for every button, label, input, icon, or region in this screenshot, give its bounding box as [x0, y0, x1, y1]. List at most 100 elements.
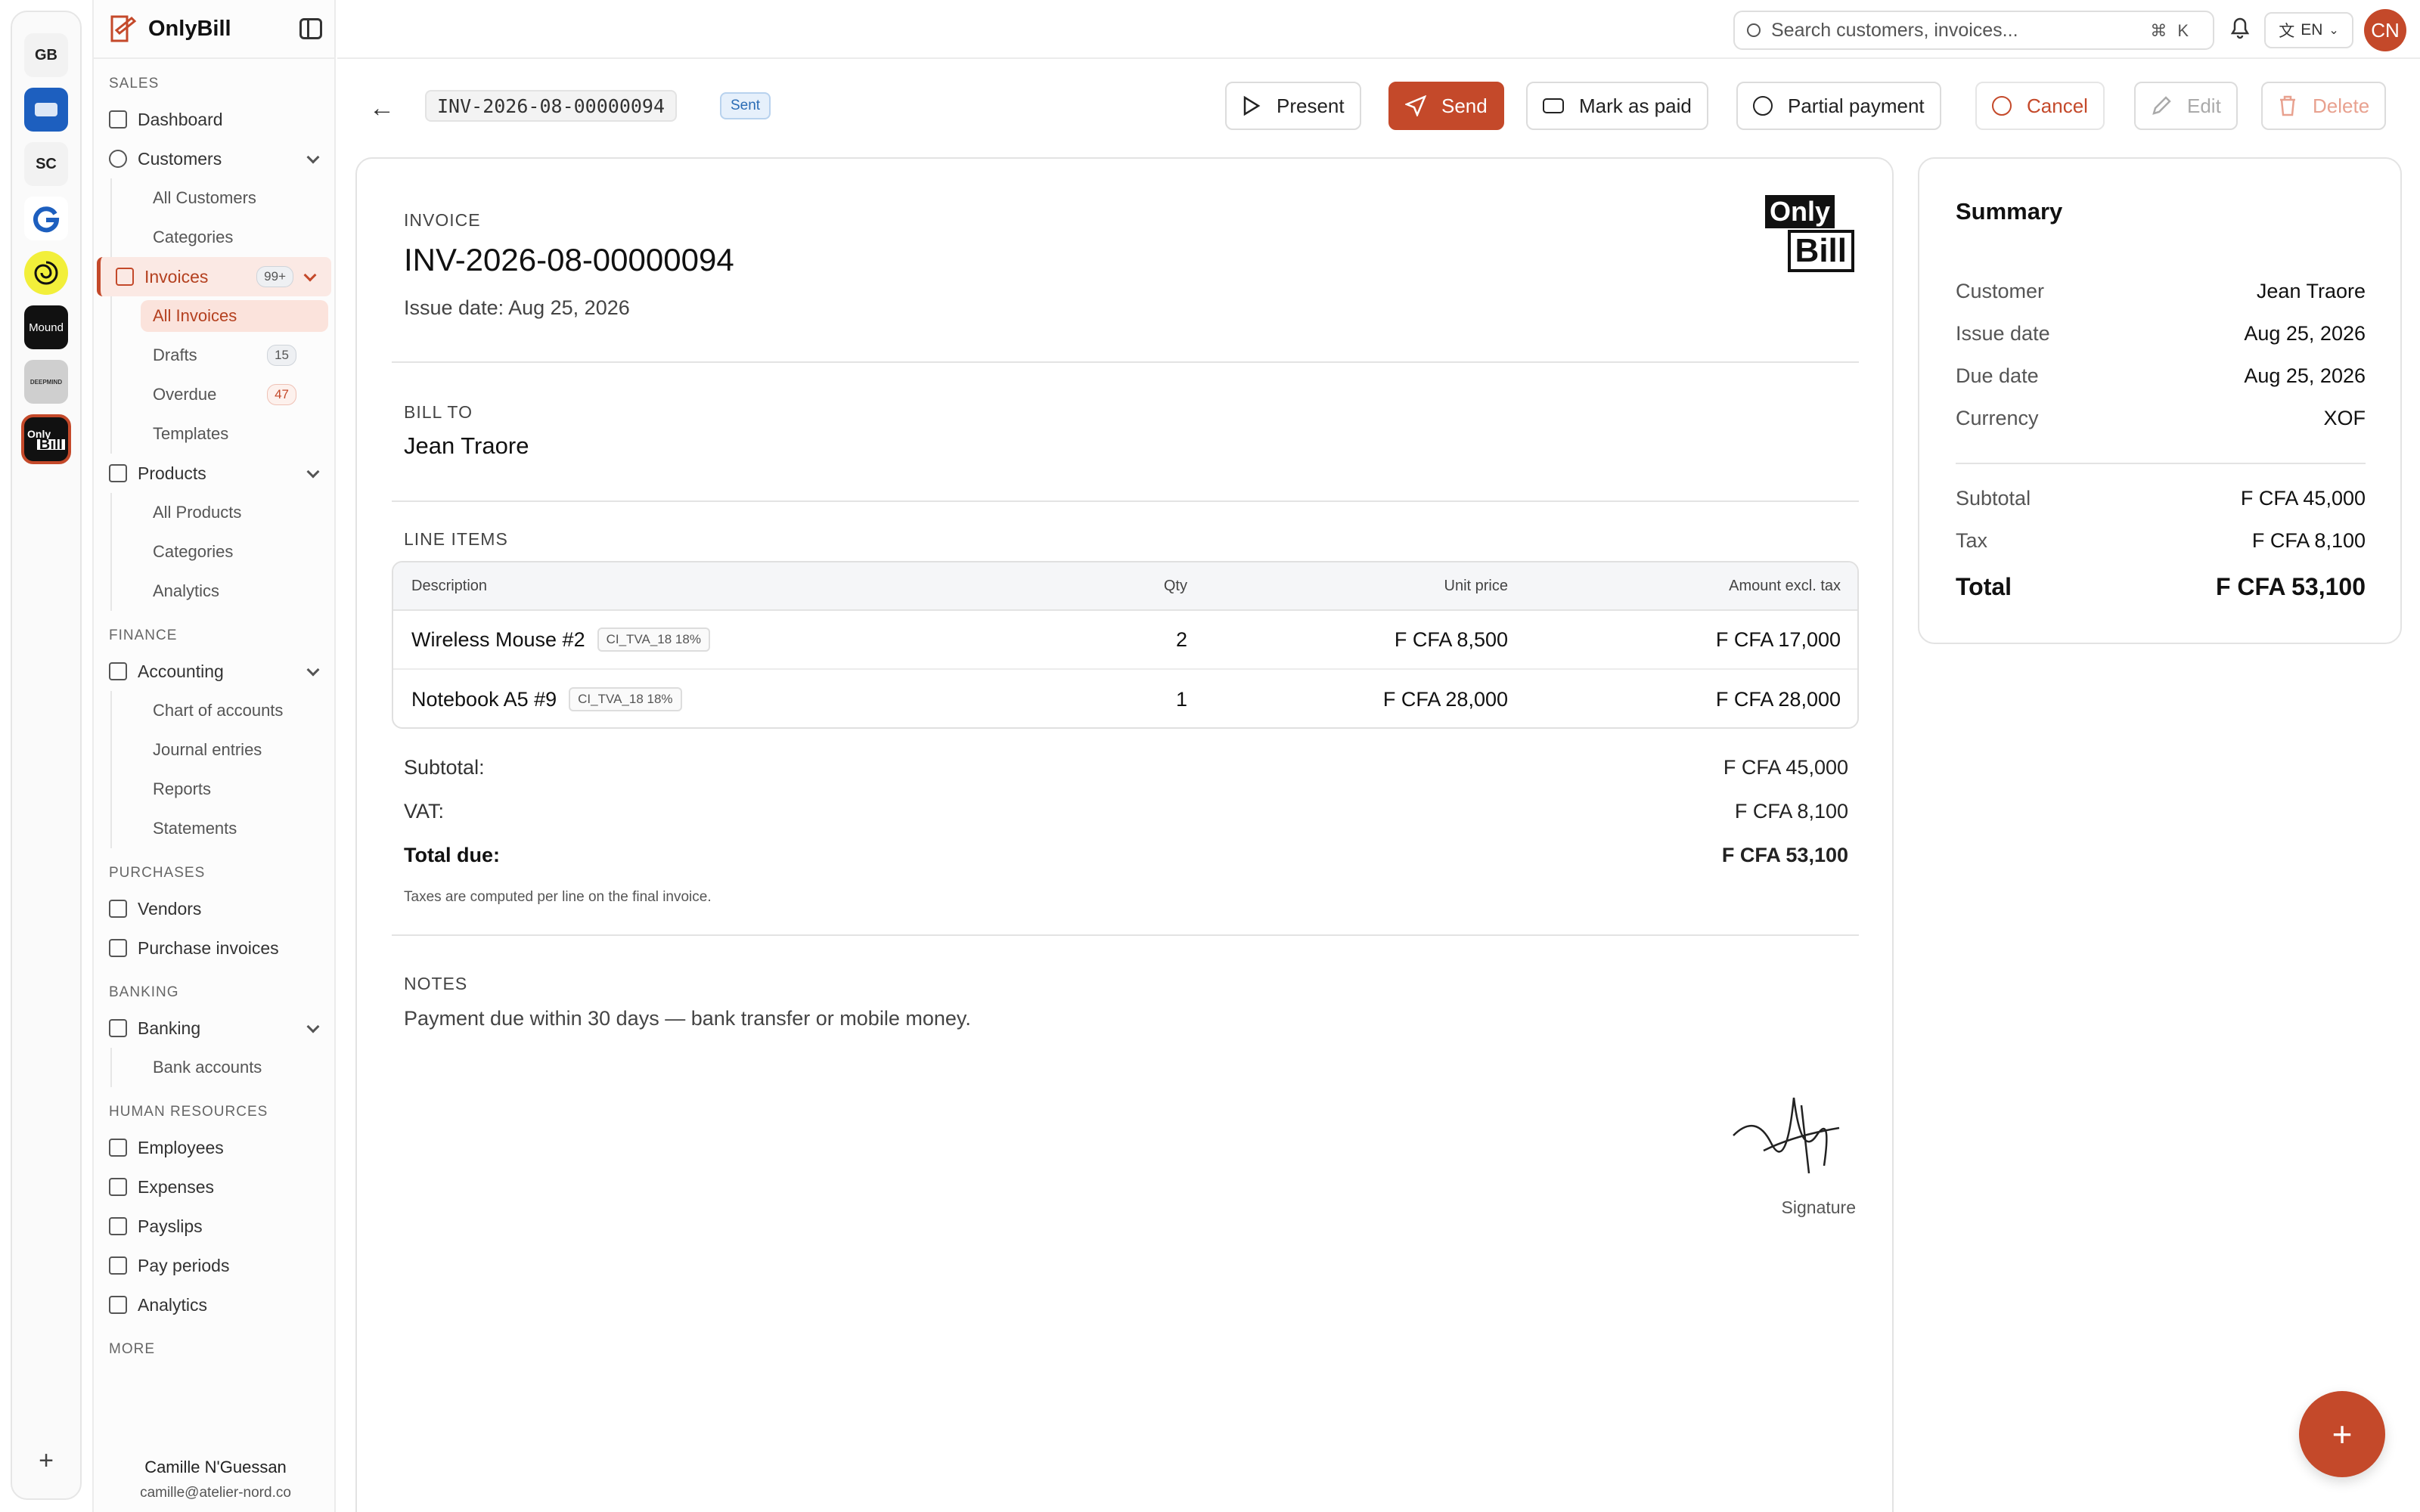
- sidebar-item-product-analytics[interactable]: Analytics: [110, 572, 334, 611]
- calendar-icon: [109, 1256, 127, 1275]
- play-icon: [1243, 95, 1261, 116]
- sidebar-item-accounting[interactable]: Accounting: [94, 652, 334, 691]
- summary-due-date: Due date Aug 25, 2026: [1956, 364, 2366, 395]
- workspace-deepmind[interactable]: DEEPMIND: [24, 360, 68, 404]
- edit-button[interactable]: Edit: [2134, 82, 2238, 130]
- subtotal-row: Subtotal: F CFA 45,000: [404, 756, 1848, 786]
- search-shortcut: ⌘K: [2150, 21, 2199, 40]
- sidebar-item-all-invoices[interactable]: All Invoices: [110, 296, 334, 336]
- box-icon: [109, 464, 127, 482]
- sidebar-label: Analytics: [153, 581, 220, 600]
- sidebar-item-product-categories[interactable]: Categories: [110, 532, 334, 572]
- status-badge: Sent: [720, 92, 771, 119]
- sidebar-item-all-customers[interactable]: All Customers: [110, 178, 334, 218]
- present-button[interactable]: Present: [1225, 82, 1361, 130]
- sidebar-item-banking[interactable]: Banking: [94, 1009, 334, 1048]
- add-workspace-button[interactable]: +: [39, 1446, 54, 1476]
- sidebar-item-templates[interactable]: Templates: [110, 414, 334, 454]
- truck-icon: [109, 900, 127, 918]
- sidebar-item-reports[interactable]: Reports: [110, 770, 334, 809]
- search-input[interactable]: Search customers, invoices... ⌘K: [1733, 11, 2214, 50]
- sidebar-item-drafts[interactable]: Drafts 15: [110, 336, 334, 375]
- section-more: MORE: [109, 1341, 155, 1357]
- brand-name: OnlyBill: [148, 16, 231, 41]
- sidebar-item-products[interactable]: Products: [94, 454, 334, 493]
- back-arrow-icon[interactable]: ←: [369, 94, 395, 123]
- sidebar-item-statements[interactable]: Statements: [110, 809, 334, 848]
- sidebar-item-pay-periods[interactable]: Pay periods: [94, 1246, 334, 1285]
- workspace-onlybill[interactable]: Only Bill: [21, 414, 71, 464]
- sidebar-item-journal-entries[interactable]: Journal entries: [110, 730, 334, 770]
- top-bar: Search customers, invoices... ⌘K 文 EN ⌄ …: [337, 0, 2420, 59]
- dashboard-icon: [109, 110, 127, 129]
- spiral-logo-icon: [34, 261, 58, 285]
- sidebar-item-bank-accounts[interactable]: Bank accounts: [110, 1048, 334, 1087]
- sidebar-item-invoices[interactable]: Invoices 99+: [97, 257, 331, 296]
- sidebar-item-employees[interactable]: Employees: [94, 1128, 334, 1167]
- sidebar-item-purchase-invoices[interactable]: Purchase invoices: [94, 928, 334, 968]
- company-logo: Only Bill: [1765, 195, 1854, 274]
- total-due-label: Total due:: [404, 844, 500, 866]
- item-qty: 1: [1175, 687, 1187, 711]
- item-amount: F CFA 17,000: [1715, 627, 1841, 651]
- sidebar-item-all-products[interactable]: All Products: [110, 493, 334, 532]
- table-row: Notebook A5 #9 CI_TVA_18 18% 1 F CFA 28,…: [393, 670, 1857, 727]
- workspace-mound[interactable]: Mound: [24, 305, 68, 349]
- delete-button[interactable]: Delete: [2261, 82, 2387, 130]
- sidebar-label: Products: [138, 463, 206, 483]
- summary-value: F CFA 45,000: [2240, 487, 2366, 510]
- sidebar-label: All Invoices: [141, 300, 328, 332]
- workspace-gb[interactable]: GB: [24, 33, 68, 77]
- item-description: Notebook A5 #9 CI_TVA_18 18%: [411, 670, 682, 727]
- sidebar-item-chart-of-accounts[interactable]: Chart of accounts: [110, 691, 334, 730]
- sidebar-label: Accounting: [138, 661, 224, 681]
- workspace-yellow[interactable]: [24, 251, 68, 295]
- partial-payment-button[interactable]: Partial payment: [1736, 82, 1941, 130]
- cancel-button[interactable]: Cancel: [1975, 82, 2105, 130]
- summary-title: Summary: [1956, 198, 2063, 225]
- bill-to-name: Jean Traore: [404, 432, 529, 459]
- sidebar-label: Categories: [153, 228, 234, 246]
- sidebar-item-dashboard[interactable]: Dashboard: [94, 100, 334, 139]
- payslip-icon: [109, 1217, 127, 1235]
- summary-label: Customer: [1956, 280, 2045, 302]
- summary-value: Aug 25, 2026: [2244, 322, 2366, 345]
- send-button[interactable]: Send: [1388, 82, 1504, 130]
- sidebar-item-hr-analytics[interactable]: Analytics: [94, 1285, 334, 1325]
- signature-label: Signature: [1781, 1198, 1856, 1217]
- signature-image: [1733, 1097, 1840, 1174]
- line-items-table: Description Qty Unit price Amount excl. …: [392, 561, 1859, 729]
- id-card-icon: [109, 1139, 127, 1157]
- language-value: EN: [2301, 21, 2323, 39]
- sidebar-item-vendors[interactable]: Vendors: [94, 889, 334, 928]
- sidebar-item-customers[interactable]: Customers: [94, 139, 334, 178]
- search-icon: [1747, 23, 1761, 37]
- item-amount: F CFA 28,000: [1715, 687, 1841, 711]
- sidebar-item-customer-categories[interactable]: Categories: [110, 218, 334, 257]
- sidebar-item-expenses[interactable]: Expenses: [94, 1167, 334, 1207]
- mark-as-paid-button[interactable]: Mark as paid: [1526, 82, 1708, 130]
- sidebar-label: Reports: [153, 779, 212, 798]
- bell-icon[interactable]: [2229, 15, 2251, 39]
- sidebar-label: Categories: [153, 542, 234, 561]
- sidebar-item-overdue[interactable]: Overdue 47: [110, 375, 334, 414]
- sidebar-toggle-icon[interactable]: [299, 18, 322, 39]
- table-row: Wireless Mouse #2 CI_TVA_18 18% 2 F CFA …: [393, 611, 1857, 670]
- button-label: Partial payment: [1788, 94, 1925, 117]
- user-profile[interactable]: Camille N'Guessan camille@atelier-nord.c…: [94, 1458, 337, 1501]
- sidebar-item-payslips[interactable]: Payslips: [94, 1207, 334, 1246]
- workspace-blue[interactable]: [24, 88, 68, 132]
- workspace-sc[interactable]: SC: [24, 142, 68, 186]
- sidebar-label: Templates: [153, 424, 229, 443]
- summary-label: Due date: [1956, 364, 2039, 387]
- language-selector[interactable]: 文 EN ⌄: [2264, 12, 2353, 48]
- workspace-g[interactable]: [24, 197, 68, 240]
- section-banking: BANKING: [109, 984, 179, 1000]
- sidebar-label: Chart of accounts: [153, 701, 284, 720]
- add-fab-button[interactable]: +: [2299, 1391, 2385, 1477]
- invoices-count-badge: 99+: [256, 266, 293, 287]
- avatar[interactable]: CN: [2364, 9, 2406, 51]
- col-qty: Qty: [1163, 577, 1187, 594]
- app-root: GB SC Mound DEEPMIND Only Bill + OnlyBil…: [0, 0, 2420, 1512]
- divider: [1956, 463, 2366, 464]
